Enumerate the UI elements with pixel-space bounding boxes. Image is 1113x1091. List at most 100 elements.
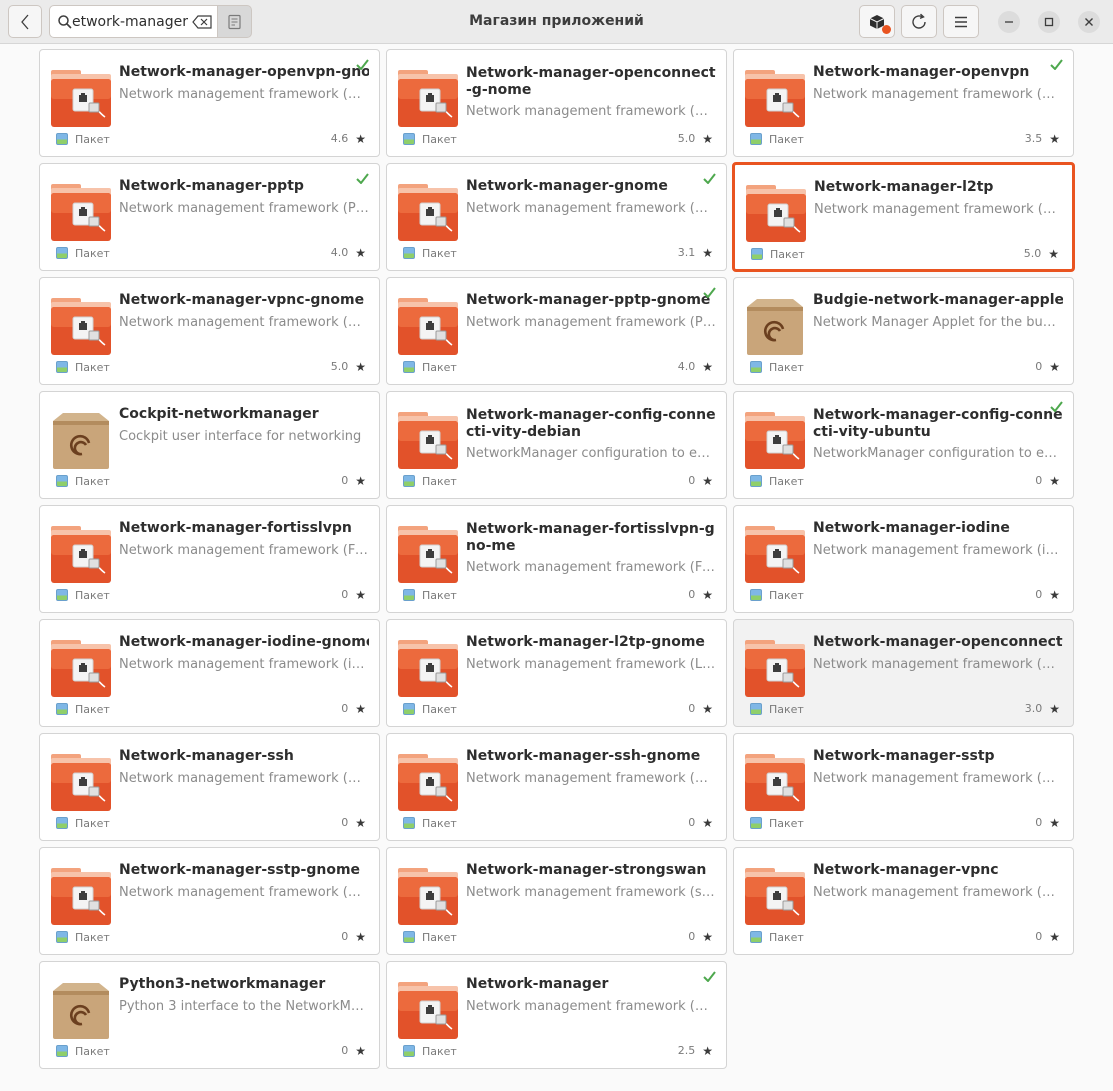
package-folder-icon xyxy=(396,637,460,699)
app-card[interactable]: Network-manager Network management frame… xyxy=(386,961,727,1069)
app-card[interactable]: Cockpit-networkmanager Cockpit user inte… xyxy=(39,391,380,499)
package-type: Пакет xyxy=(56,815,110,831)
package-source-icon xyxy=(403,133,415,145)
app-card[interactable]: Network-manager-vpnc Network management … xyxy=(733,847,1074,955)
app-card[interactable]: Network-manager-strongswan Network manag… xyxy=(386,847,727,955)
app-card[interactable]: Network-manager-config-connecti-vity-deb… xyxy=(386,391,727,499)
header-bar: etwork-manager Магазин приложений xyxy=(0,0,1113,44)
package-folder-icon xyxy=(396,295,460,357)
app-title: Network-manager-iodine xyxy=(813,520,1010,536)
app-card[interactable]: Budgie-network-manager-applet Network Ma… xyxy=(733,277,1074,385)
package-source-icon xyxy=(750,931,762,943)
installed-check-icon xyxy=(1050,55,1063,71)
rating-value: 5.0 xyxy=(330,360,349,373)
app-title: Network-manager-sstp-gnome xyxy=(119,862,361,878)
app-description: NetworkManager configuration to enable c… xyxy=(466,446,716,461)
app-rating: 4.0 ★ xyxy=(678,360,713,373)
installed-check-icon xyxy=(703,967,716,983)
debian-package-icon xyxy=(49,979,113,1041)
app-card[interactable]: Network-manager-ssh Network management f… xyxy=(39,733,380,841)
app-card[interactable]: Network-manager-vpnc-gnome Network manag… xyxy=(39,277,380,385)
star-icon: ★ xyxy=(355,1043,366,1058)
installed-check-icon xyxy=(703,169,716,185)
package-type-label: Пакет xyxy=(422,930,457,944)
hamburger-menu-icon xyxy=(955,16,967,27)
rating-value: 5.0 xyxy=(1023,247,1042,260)
app-card[interactable]: Network-manager-fortisslvpn-gno-me Netwo… xyxy=(386,505,727,613)
rating-value: 0 xyxy=(1035,588,1043,601)
maximize-button[interactable] xyxy=(1038,11,1060,33)
package-type: Пакет xyxy=(403,359,457,375)
refresh-button[interactable] xyxy=(901,5,937,38)
app-card[interactable]: Network-manager-iodine Network managemen… xyxy=(733,505,1074,613)
package-source-icon xyxy=(403,703,415,715)
app-title: Network-manager-ssh-gnome xyxy=(466,748,701,764)
star-icon: ★ xyxy=(1049,587,1060,602)
menu-button[interactable] xyxy=(943,5,979,38)
package-type-label: Пакет xyxy=(769,930,804,944)
installed-check-icon xyxy=(356,55,369,71)
app-rating: 0 ★ xyxy=(1035,474,1060,487)
star-icon: ★ xyxy=(1049,701,1060,716)
package-folder-icon xyxy=(49,751,113,813)
package-source-icon xyxy=(56,817,68,829)
app-card[interactable]: Network-manager-l2tp Network management … xyxy=(732,162,1075,272)
back-button[interactable] xyxy=(8,5,42,38)
star-icon: ★ xyxy=(702,587,713,602)
close-button[interactable] xyxy=(1078,11,1100,33)
package-source-icon xyxy=(751,248,763,260)
app-card[interactable]: Network-manager-pptp Network management … xyxy=(39,163,380,271)
app-description: Network management framework (SSTP plugi… xyxy=(813,771,1063,786)
star-icon: ★ xyxy=(702,359,713,374)
app-card[interactable]: Network-manager-openconnect Network mana… xyxy=(733,619,1074,727)
app-card[interactable]: Network-manager-sstp Network management … xyxy=(733,733,1074,841)
installed-check-icon xyxy=(1050,397,1063,413)
app-card[interactable]: Network-manager-fortisslvpn Network mana… xyxy=(39,505,380,613)
package-type: Пакет xyxy=(403,815,457,831)
debian-package-icon xyxy=(49,409,113,471)
package-type: Пакет xyxy=(56,1043,110,1059)
app-card[interactable]: Network-manager-openvpn-gnome Network ma… xyxy=(39,49,380,157)
refresh-icon xyxy=(912,13,926,29)
app-title: Network-manager-openconnect-g-nome xyxy=(466,65,716,98)
package-type: Пакет xyxy=(56,245,110,261)
package-type: Пакет xyxy=(56,473,110,489)
app-card[interactable]: Network-manager-gnome Network management… xyxy=(386,163,727,271)
app-title: Python3-networkmanager xyxy=(119,976,326,992)
app-card[interactable]: Network-manager-l2tp-gnome Network manag… xyxy=(386,619,727,727)
search-input-text[interactable]: etwork-manager xyxy=(72,14,192,32)
package-source-icon xyxy=(750,589,762,601)
app-card[interactable]: Network-manager-config-connecti-vity-ubu… xyxy=(733,391,1074,499)
rating-value: 0 xyxy=(341,588,349,601)
app-card[interactable]: Network-manager-iodine-gnome Network man… xyxy=(39,619,380,727)
package-type: Пакет xyxy=(750,587,804,603)
app-rating: 0 ★ xyxy=(341,702,366,715)
package-source-icon xyxy=(403,475,415,487)
app-card[interactable]: Network-manager-openconnect-g-nome Netwo… xyxy=(386,49,727,157)
star-icon: ★ xyxy=(702,815,713,830)
star-icon: ★ xyxy=(702,473,713,488)
search-input[interactable]: etwork-manager xyxy=(49,5,218,38)
app-description: Network management framework (OpenVPN pl… xyxy=(119,87,369,102)
app-rating: 3.0 ★ xyxy=(1025,702,1060,715)
chevron-left-icon xyxy=(21,14,29,29)
app-description: Network management framework (iodine plu… xyxy=(813,543,1063,558)
app-title: Network-manager-openconnect xyxy=(813,634,1063,650)
package-folder-icon xyxy=(49,67,113,129)
package-folder-icon xyxy=(743,865,807,927)
minimize-button[interactable] xyxy=(998,11,1020,33)
clear-search-icon[interactable] xyxy=(192,15,212,29)
updates-button[interactable] xyxy=(859,5,895,38)
package-type: Пакет xyxy=(750,359,804,375)
app-rating: 0 ★ xyxy=(341,1044,366,1057)
package-type-label: Пакет xyxy=(75,474,110,488)
app-card[interactable]: Network-manager-pptp-gnome Network manag… xyxy=(386,277,727,385)
app-card[interactable]: Network-manager-ssh-gnome Network manage… xyxy=(386,733,727,841)
app-card[interactable]: Python3-networkmanager Python 3 interfac… xyxy=(39,961,380,1069)
app-card[interactable]: Network-manager-sstp-gnome Network manag… xyxy=(39,847,380,955)
app-description: Network management framework (SSTP plugi… xyxy=(119,885,369,900)
app-title: Network-manager-l2tp-gnome xyxy=(466,634,705,650)
app-card[interactable]: Network-manager-openvpn Network manageme… xyxy=(733,49,1074,157)
app-rating: 4.6 ★ xyxy=(331,132,366,145)
search-options-button[interactable] xyxy=(218,5,252,38)
